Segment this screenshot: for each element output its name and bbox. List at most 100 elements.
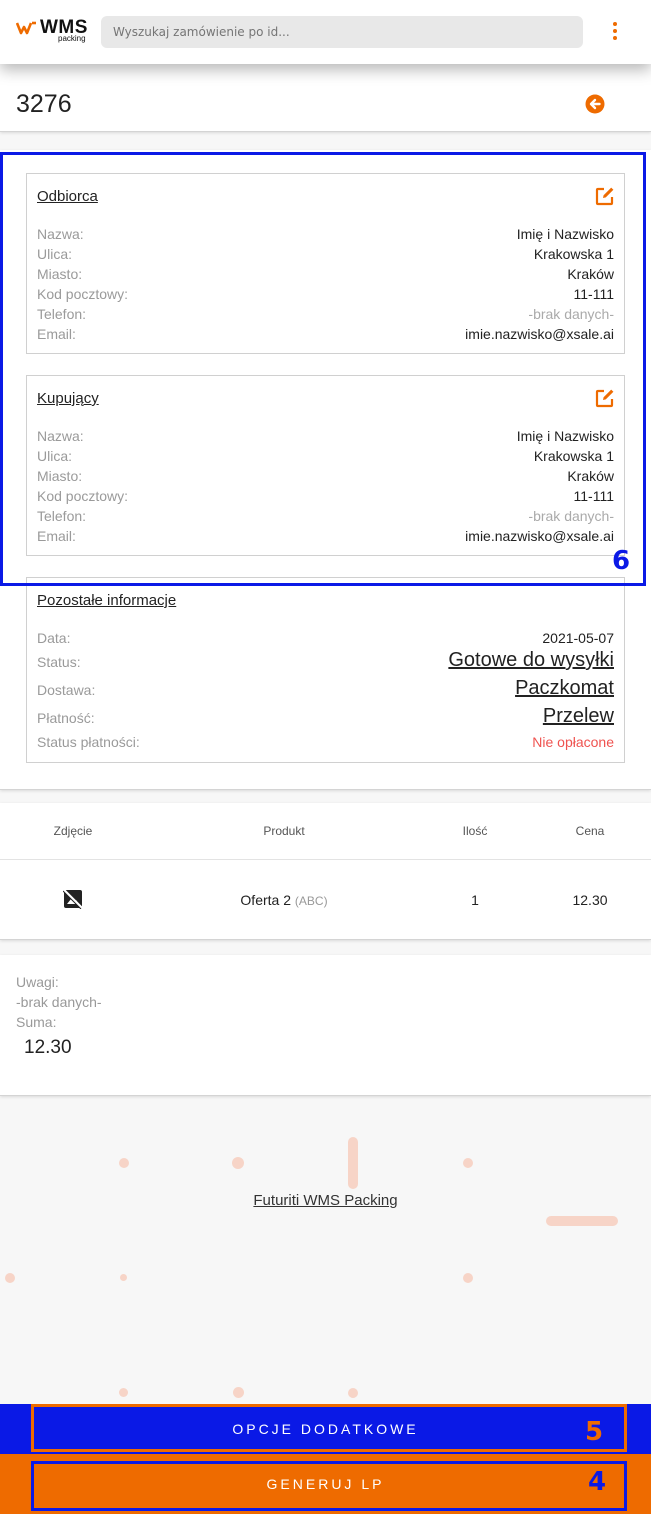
decor-dot xyxy=(119,1158,129,1168)
decor-dot xyxy=(119,1388,128,1397)
buyer-postcode-row: Kod pocztowy: 11-111 xyxy=(37,488,614,508)
delivery-link[interactable]: Paczkomat xyxy=(515,677,614,700)
order-header: 3276 xyxy=(0,64,651,132)
decor-bar xyxy=(348,1137,358,1189)
field-label: Email: xyxy=(37,326,76,342)
order-details-card: Odbiorca Nazwa: Imię i Nazwisko Ulica: K… xyxy=(0,150,651,790)
field-value: Imię i Nazwisko xyxy=(516,428,614,444)
order-id: 3276 xyxy=(16,90,72,118)
field-label: Status: xyxy=(37,654,81,670)
price-cell: 12.30 xyxy=(572,892,608,908)
top-bar: WMS packing xyxy=(0,0,651,64)
recipient-city-row: Miasto: Kraków xyxy=(37,266,614,286)
notes-label: Uwagi: xyxy=(16,974,59,990)
field-label: Płatność: xyxy=(37,710,95,726)
decor-dot xyxy=(348,1388,358,1398)
field-label: Status płatności: xyxy=(37,734,140,750)
total-label: Suma: xyxy=(16,1014,57,1030)
field-label: Data: xyxy=(37,630,71,646)
field-label: Miasto: xyxy=(37,266,83,282)
recipient-phone-row: Telefon: -brak danych- xyxy=(37,306,614,326)
products-table: Zdjęcie Produkt Ilość Cena Oferta 2 (ABC… xyxy=(0,803,651,940)
column-header: Zdjęcie xyxy=(53,824,93,838)
buyer-city-row: Miasto: Kraków xyxy=(37,468,614,488)
buyer-street-row: Ulica: Krakowska 1 xyxy=(37,448,614,468)
product-name: Oferta 2 xyxy=(240,892,292,908)
field-label: Telefon: xyxy=(37,306,87,322)
status-row: Status: Gotowe do wysyłki xyxy=(37,649,614,674)
other-info-title: Pozostałe informacje xyxy=(37,592,177,609)
payment-status-row: Status płatności: Nie opłacone xyxy=(37,734,614,754)
field-value: imie.nazwisko@xsale.ai xyxy=(465,326,614,342)
field-value: Kraków xyxy=(567,468,614,484)
decor-dot xyxy=(232,1157,244,1169)
field-value: -brak danych- xyxy=(528,306,614,322)
decor-bar xyxy=(546,1216,618,1226)
payment-link[interactable]: Przelew xyxy=(543,705,614,728)
field-value: 11-111 xyxy=(573,286,614,302)
field-label: Kod pocztowy: xyxy=(37,286,129,302)
search-input[interactable] xyxy=(101,16,583,48)
field-value: Krakowska 1 xyxy=(533,448,614,464)
summary-card: Uwagi: -brak danych- Suma: 12.30 xyxy=(0,955,651,1096)
recipient-street-row: Ulica: Krakowska 1 xyxy=(37,246,614,266)
logo-subtext: packing xyxy=(58,34,86,43)
column-header: Cena xyxy=(575,824,605,838)
other-info-section: Pozostałe informacje Data: 2021-05-07 St… xyxy=(26,577,625,763)
recipient-section: Odbiorca Nazwa: Imię i Nazwisko Ulica: K… xyxy=(26,173,625,354)
field-value: imie.nazwisko@xsale.ai xyxy=(465,528,614,544)
field-value: Krakowska 1 xyxy=(533,246,614,262)
field-label: Kod pocztowy: xyxy=(37,488,129,504)
field-label: Nazwa: xyxy=(37,428,84,444)
recipient-title: Odbiorca xyxy=(37,188,98,205)
generate-lp-button[interactable]: GENERUJ LP xyxy=(0,1454,651,1514)
edit-icon[interactable] xyxy=(595,388,615,408)
back-arrow-icon[interactable] xyxy=(585,94,605,114)
buyer-section: Kupujący Nazwa: Imię i Nazwisko Ulica: K… xyxy=(26,375,625,556)
recipient-name-row: Nazwa: Imię i Nazwisko xyxy=(37,226,614,246)
decor-dot xyxy=(5,1273,15,1283)
column-header: Ilość xyxy=(462,824,488,838)
field-label: Nazwa: xyxy=(37,226,84,242)
annotation-number: 6 xyxy=(612,546,631,576)
no-image-icon xyxy=(63,889,83,909)
field-label: Ulica: xyxy=(37,448,73,464)
annotation-number: 5 xyxy=(585,1417,604,1447)
decor-dot xyxy=(463,1158,473,1168)
buyer-name-row: Nazwa: Imię i Nazwisko xyxy=(37,428,614,448)
status-link[interactable]: Gotowe do wysyłki xyxy=(448,649,614,672)
annotation-number: 4 xyxy=(588,1467,607,1497)
decor-dot xyxy=(463,1273,473,1283)
decor-dot xyxy=(233,1387,244,1398)
field-value: Kraków xyxy=(567,266,614,282)
field-label: Email: xyxy=(37,528,76,544)
field-value: Imię i Nazwisko xyxy=(516,226,614,242)
divider xyxy=(0,859,651,860)
decor-dot xyxy=(120,1274,127,1281)
recipient-email-row: Email: imie.nazwisko@xsale.ai xyxy=(37,326,614,346)
field-value: 2021-05-07 xyxy=(542,630,614,646)
delivery-row: Dostawa: Paczkomat xyxy=(37,677,614,702)
field-label: Ulica: xyxy=(37,246,73,262)
logo-mark-icon xyxy=(16,21,36,35)
total-value: 12.30 xyxy=(24,1037,72,1058)
additional-options-button[interactable]: OPCJE DODATKOWE xyxy=(0,1404,651,1454)
payment-status-value: Nie opłacone xyxy=(532,734,614,750)
product-cell: Oferta 2 (ABC) xyxy=(240,892,327,908)
buyer-title: Kupujący xyxy=(37,390,99,407)
logo[interactable]: WMS packing xyxy=(16,17,90,45)
field-value: 11-111 xyxy=(573,488,614,504)
field-value: -brak danych- xyxy=(528,508,614,524)
recipient-postcode-row: Kod pocztowy: 11-111 xyxy=(37,286,614,306)
buyer-phone-row: Telefon: -brak danych- xyxy=(37,508,614,528)
payment-row: Płatność: Przelew xyxy=(37,705,614,730)
field-label: Miasto: xyxy=(37,468,83,484)
edit-icon[interactable] xyxy=(595,186,615,206)
quantity-cell: 1 xyxy=(471,892,479,908)
notes-value: -brak danych- xyxy=(16,994,102,1010)
footer-link[interactable]: Futuriti WMS Packing xyxy=(0,1192,651,1209)
more-menu-icon[interactable] xyxy=(608,22,622,42)
column-header: Produkt xyxy=(263,824,305,838)
product-code: (ABC) xyxy=(294,894,328,908)
date-row: Data: 2021-05-07 xyxy=(37,630,614,650)
